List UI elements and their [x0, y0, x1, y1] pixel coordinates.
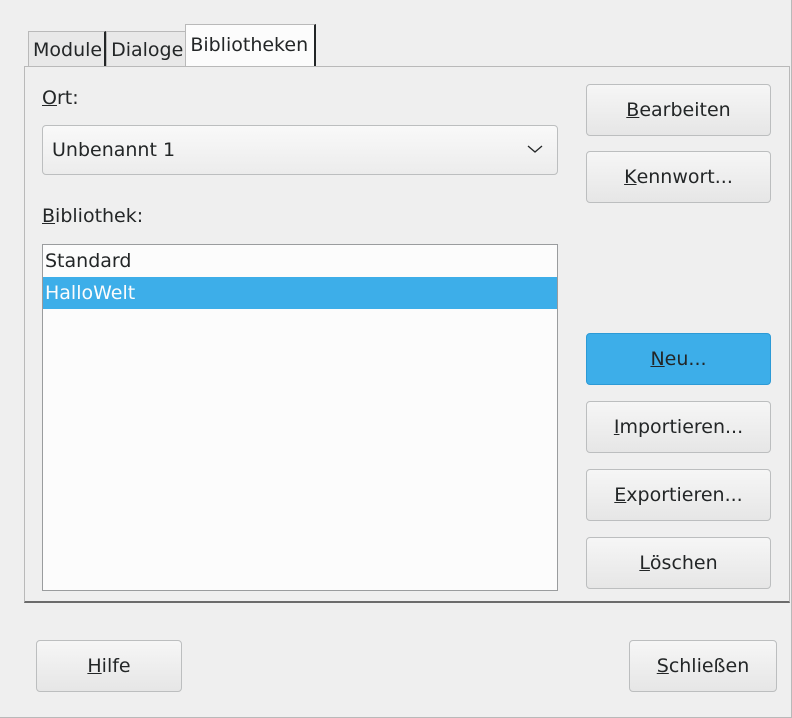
location-combobox[interactable]: Unbenannt 1: [42, 125, 558, 175]
list-item-selected[interactable]: HalloWelt: [43, 277, 557, 309]
password-button[interactable]: Kennwort...: [586, 151, 771, 203]
help-button[interactable]: Hilfe: [36, 640, 182, 692]
tab-page-libraries: Ort: Unbenannt 1 Bibliothek: Standard Ha…: [24, 66, 790, 603]
library-label: Bibliothek:: [42, 205, 144, 227]
location-label: Ort:: [42, 87, 79, 109]
import-button[interactable]: Importieren...: [586, 401, 771, 453]
list-item[interactable]: Standard: [43, 245, 557, 277]
library-list[interactable]: Standard HalloWelt: [42, 244, 558, 591]
tab-module[interactable]: Module: [28, 31, 107, 67]
chevron-down-icon: [527, 145, 543, 153]
tab-bar: Module Dialoge Bibliotheken: [28, 22, 317, 68]
export-button[interactable]: Exportieren...: [586, 469, 771, 521]
tab-bibliotheken[interactable]: Bibliotheken: [185, 24, 317, 68]
delete-button[interactable]: Löschen: [586, 537, 771, 589]
edit-button[interactable]: Bearbeiten: [586, 84, 771, 136]
new-button[interactable]: Neu...: [586, 333, 771, 385]
tab-dialoge[interactable]: Dialoge: [106, 31, 186, 67]
location-value: Unbenannt 1: [52, 139, 176, 161]
library-organizer-dialog: Module Dialoge Bibliotheken Ort: Unbenan…: [0, 0, 792, 718]
close-button[interactable]: Schließen: [629, 640, 777, 692]
